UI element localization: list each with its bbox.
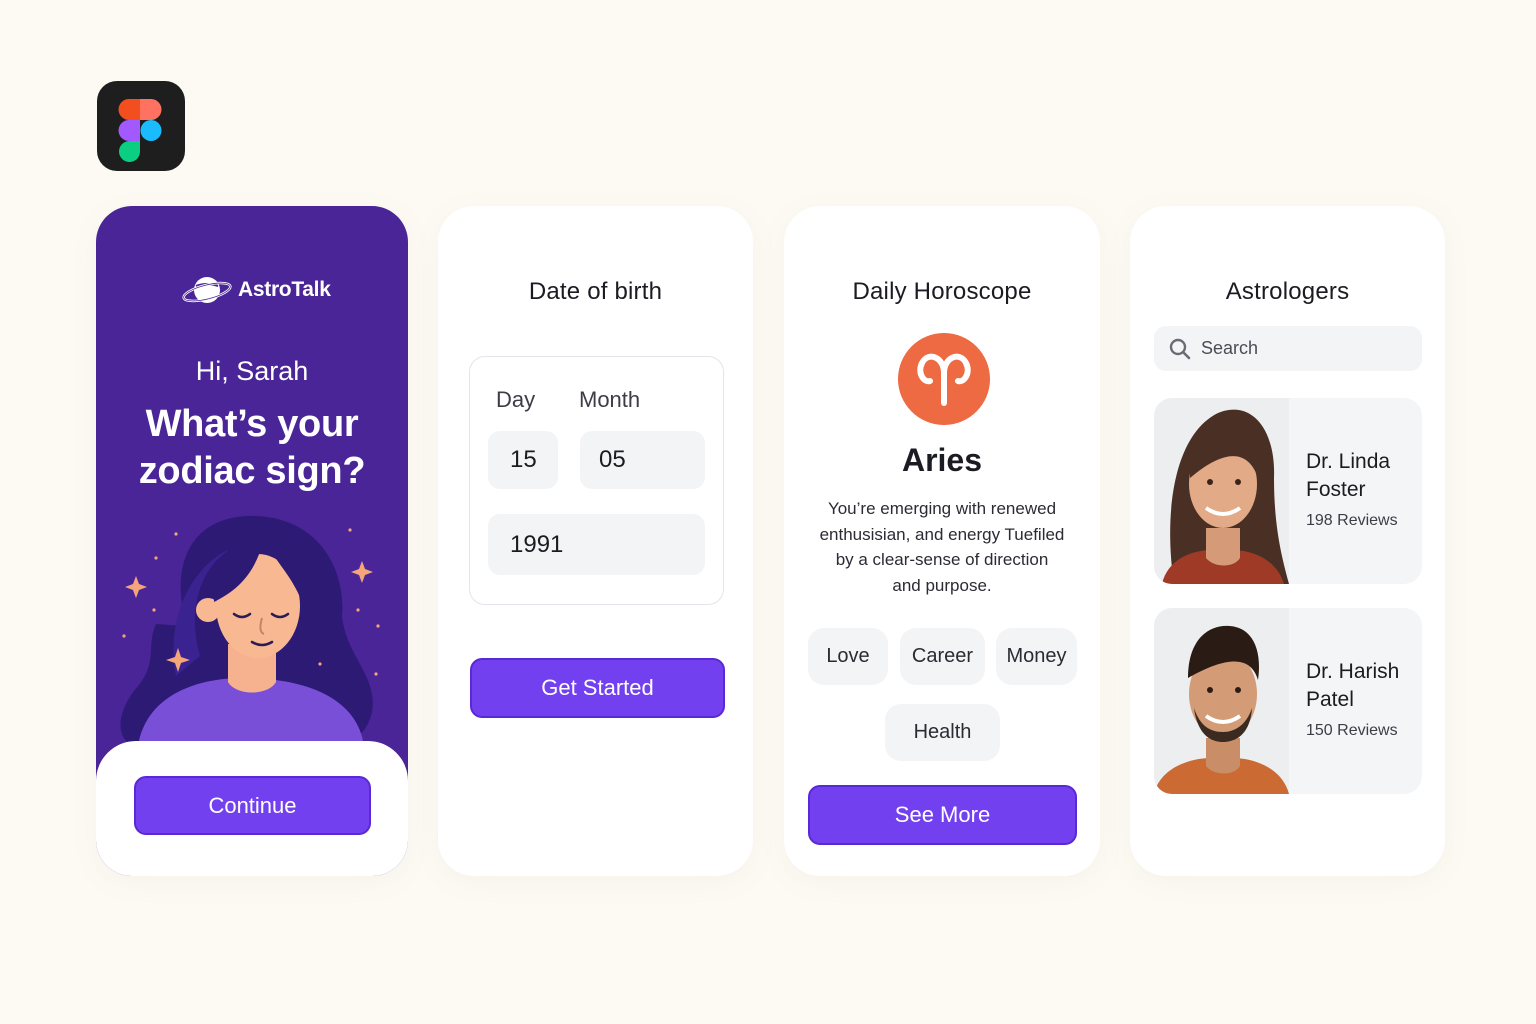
- month-label: Month: [579, 387, 641, 412]
- astrologer-name-line: Foster: [1306, 478, 1366, 501]
- dob-form: Day Month 15 05 1991: [469, 356, 724, 605]
- astrologer-name: Dr. Linda Foster: [1306, 448, 1418, 504]
- page-title: Daily Horoscope: [852, 278, 1032, 305]
- astrologer-name: Dr. Harish Patel: [1306, 658, 1418, 714]
- page-title: Date of birth: [528, 278, 663, 305]
- day-label: Day: [496, 387, 536, 412]
- astrologer-card[interactable]: Dr. Harish Patel 150 Reviews: [1154, 608, 1422, 794]
- search-icon: [1169, 338, 1191, 359]
- question-line: zodiac sign?: [138, 450, 366, 492]
- horoscope-line: You’re emerging with renewed: [827, 499, 1057, 518]
- page-title: Astrologers: [1225, 278, 1350, 305]
- astrologer-name-line: Dr. Harish: [1306, 660, 1400, 683]
- horoscope-line: enthusisian, and energy Tuefiled: [819, 524, 1065, 544]
- year-field[interactable]: 1991: [488, 514, 705, 575]
- astrologer-name-line: Dr. Linda: [1306, 450, 1391, 473]
- search-placeholder: Search: [1201, 338, 1259, 358]
- astrologer-photo: [1154, 608, 1289, 794]
- astrologer-photo: [1154, 398, 1289, 584]
- planet-icon: [182, 277, 232, 303]
- chip-love[interactable]: Love: [808, 628, 888, 685]
- search-input[interactable]: Search: [1154, 326, 1422, 371]
- brand-name: AstroTalk: [238, 278, 331, 301]
- horoscope-line: by a clear-sense of direction: [835, 550, 1049, 569]
- brand-logo: AstroTalk: [182, 272, 331, 308]
- daily-horoscope-screen: Daily Horoscope Aries You’re emerging wi…: [784, 206, 1100, 876]
- woman-illustration: [120, 515, 380, 746]
- astrologer-name-line: Patel: [1306, 688, 1354, 711]
- zodiac-sign-name: Aries: [901, 442, 983, 478]
- welcome-screen: AstroTalk Hi, Sarah What’s your zodiac s…: [96, 206, 408, 876]
- month-field[interactable]: 05: [580, 431, 705, 489]
- astrologer-reviews: 150 Reviews: [1306, 722, 1398, 739]
- astrologer-card[interactable]: Dr. Linda Foster 198 Reviews: [1154, 398, 1422, 584]
- greeting: Hi, Sarah: [195, 356, 309, 386]
- zodiac-question: What’s your zodiac sign?: [124, 401, 380, 495]
- see-more-button[interactable]: See More: [808, 785, 1077, 845]
- aries-icon: [898, 333, 990, 425]
- astrologer-reviews: 198 Reviews: [1306, 512, 1398, 529]
- day-field[interactable]: 15: [488, 431, 558, 489]
- chip-money[interactable]: Money: [996, 628, 1077, 685]
- chip-career[interactable]: Career: [900, 628, 985, 685]
- figma-icon: [97, 81, 185, 171]
- get-started-button[interactable]: Get Started: [470, 658, 725, 718]
- date-of-birth-screen: Date of birth Day Month 15 05 1991 Get S…: [438, 206, 753, 876]
- chip-health[interactable]: Health: [885, 704, 1000, 761]
- question-line: What’s your: [145, 403, 359, 445]
- horoscope-text: You’re emerging with renewed enthusisian…: [812, 496, 1072, 598]
- continue-button[interactable]: Continue: [134, 776, 371, 835]
- horoscope-line: and purpose.: [892, 575, 992, 595]
- astrologers-screen: Astrologers Search Dr. Linda Foster 198 …: [1130, 206, 1445, 876]
